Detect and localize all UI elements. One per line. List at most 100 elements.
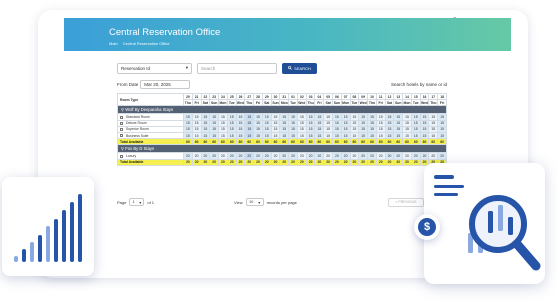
- total-cell: 20: [279, 158, 290, 166]
- room-name-label: Standard Room: [126, 114, 150, 119]
- chart-bar: [54, 219, 58, 262]
- total-cell: 20: [332, 158, 342, 166]
- hotel-name: ⚲ Fox By D Stays: [117, 144, 447, 154]
- room-checkbox[interactable]: [120, 115, 123, 119]
- total-cell: 20: [209, 158, 220, 166]
- breadcrumb: Main Central Reservation Office: [109, 41, 511, 46]
- from-date-input[interactable]: Mar 20, 2025: [140, 80, 191, 89]
- total-cell: 20: [183, 158, 193, 166]
- hotel-row[interactable]: ⚲ Wolf By Deeparaha Stays: [117, 105, 447, 115]
- breadcrumb-home[interactable]: Main: [109, 41, 118, 46]
- total-cell: 20: [191, 158, 202, 166]
- search-button-label: SEARCH: [294, 65, 311, 71]
- search-button[interactable]: SEARCH: [282, 62, 317, 74]
- bar-chart-card: [2, 177, 94, 276]
- total-cell: 20: [393, 158, 404, 166]
- page-of-label: of 1: [147, 199, 155, 205]
- room-name-label: Luxury: [126, 153, 137, 158]
- page-header: Central Reservation Office Main Central …: [64, 18, 511, 51]
- breadcrumb-current: Central Reservation Office: [122, 41, 170, 46]
- total-cell: 20: [314, 158, 325, 166]
- chart-bar: [46, 226, 50, 262]
- room-checkbox[interactable]: [120, 134, 123, 138]
- view-label: View: [234, 199, 243, 205]
- total-cell: 20: [358, 158, 369, 166]
- total-cell: 20: [244, 158, 255, 166]
- page-title: Central Reservation Office: [109, 27, 221, 38]
- pagination-bar: Page 1 ▾ of 1 View 10 ▾ records per page…: [117, 196, 447, 208]
- total-cell: 20: [375, 158, 386, 166]
- lens-bar-2: [498, 205, 503, 231]
- chart-bar: [62, 210, 66, 262]
- hotel-search-group: Search hotels by name or id: [391, 82, 447, 87]
- card-line-1: [434, 175, 454, 179]
- total-cell: 20: [288, 158, 298, 166]
- lens-bar-3: [508, 217, 513, 235]
- total-cell: 20: [410, 158, 421, 166]
- page-select[interactable]: 1 ▾: [129, 198, 145, 206]
- total-cell: 20: [235, 158, 246, 166]
- total-cell: 20: [340, 158, 351, 166]
- total-row: Total Available 20 20 20 20 20 20 20 20 20 20 20 20 2…: [117, 158, 447, 166]
- dollar-coin-icon: $: [414, 214, 440, 240]
- hotel-name-label: Wolf By Deeparaha Stays: [125, 107, 174, 113]
- total-cell: 20: [402, 158, 412, 166]
- total-cell: 20: [323, 158, 334, 166]
- search-type-value: Reservation Id: [121, 65, 151, 71]
- card-line-3: [434, 193, 458, 196]
- records-per-page-select[interactable]: 10 ▾: [245, 198, 264, 206]
- room-checkbox[interactable]: [120, 127, 123, 131]
- view-group: View 10 ▾ records per page: [234, 198, 297, 206]
- total-cell: 20: [296, 158, 307, 166]
- room-checkbox[interactable]: [120, 121, 123, 125]
- total-cell: 20: [384, 158, 395, 166]
- total-cell: 20: [305, 158, 316, 166]
- search-type-select[interactable]: Reservation Id ▾: [117, 62, 192, 74]
- total-cell: 20: [226, 158, 237, 166]
- room-name-label: Business Suite: [126, 133, 149, 138]
- chart-bar: [70, 202, 74, 262]
- chevron-down-icon: ▾: [139, 200, 142, 205]
- hotel-search-label: Search hotels by name or id: [390, 82, 447, 87]
- main-content: Reservation Id ▾ Search SEARCH From Date…: [117, 62, 447, 207]
- previous-button[interactable]: « PREVIOUS: [388, 197, 424, 207]
- room-name-label: Deluxe Room: [126, 121, 147, 126]
- total-cell: 20: [200, 158, 211, 166]
- dollar-icon: $: [418, 218, 436, 236]
- hotel-name: ⚲ Wolf By Deeparaha Stays: [117, 105, 447, 115]
- chart-bar: [22, 249, 26, 262]
- from-date-label: From Date: [117, 82, 139, 87]
- total-cell: 20: [270, 158, 281, 166]
- availability-grid: Room Type 20 21 22 23 24 25 26 27 28 29 30 31 01 02 03 0…: [117, 92, 447, 166]
- search-icon: [288, 66, 292, 70]
- room-checkbox[interactable]: [120, 154, 123, 158]
- search-placeholder: Search: [201, 65, 216, 71]
- total-cell: 20: [218, 158, 228, 166]
- hotel-row[interactable]: ⚲ Fox By D Stays: [117, 144, 447, 154]
- search-input[interactable]: Search: [197, 62, 277, 74]
- page-value: 1: [132, 200, 135, 204]
- page-label: Page: [117, 199, 127, 205]
- total-cell: 20: [349, 158, 360, 166]
- total-label: Total Available: [117, 158, 184, 166]
- chart-bar: [38, 235, 42, 262]
- filter-bar: Reservation Id ▾ Search SEARCH: [117, 62, 447, 74]
- room-type-header: Room Type: [117, 92, 184, 107]
- total-cell: 20: [253, 158, 263, 166]
- chart-bar: [30, 242, 34, 262]
- total-cell: 20: [261, 158, 272, 166]
- total-cell: 20: [367, 158, 377, 166]
- records-per-page-label: records per page: [266, 199, 297, 205]
- magnifier-illustration: [434, 175, 541, 271]
- analytics-card: [424, 163, 545, 284]
- room-name-label: Superior Room: [126, 127, 149, 132]
- records-per-page-value: 10: [249, 200, 254, 204]
- hotel-name-label: Fox By D Stays: [125, 146, 155, 152]
- chart-bar: [78, 194, 82, 262]
- card-line-2: [434, 185, 464, 188]
- chevron-down-icon: ▾: [258, 200, 261, 205]
- chevron-down-icon: ▾: [185, 65, 188, 70]
- chart-bar: [14, 256, 18, 262]
- lens-bar-1: [488, 211, 493, 233]
- from-date-group: From Date Mar 20, 2025: [117, 80, 191, 89]
